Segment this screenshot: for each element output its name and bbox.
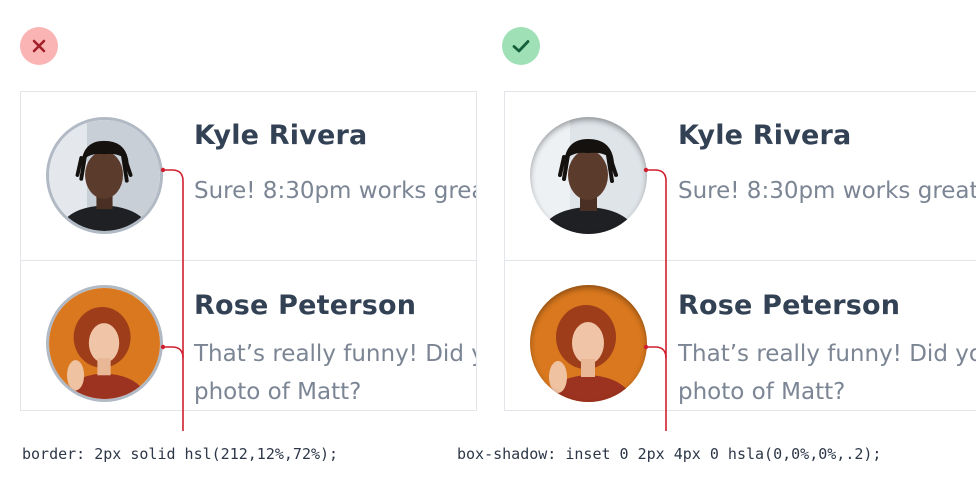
list-item[interactable]: Rose Peterson That’s really funny! Did y… xyxy=(21,260,476,410)
inset-shadow xyxy=(530,285,647,402)
check-icon xyxy=(512,40,530,53)
contact-name: Kyle Rivera xyxy=(194,120,368,151)
contact-name: Rose Peterson xyxy=(678,290,901,321)
conversation-list-border-example: Kyle Rivera Sure! 8:30pm works great! Ro… xyxy=(20,91,477,411)
message-preview: Sure! 8:30pm works great! xyxy=(194,178,477,204)
avatar-woman-photo xyxy=(49,288,160,399)
avatar xyxy=(530,285,647,402)
avatar xyxy=(46,117,163,234)
close-icon xyxy=(32,39,46,53)
avatar-man-photo xyxy=(49,120,160,231)
contact-name: Rose Peterson xyxy=(194,290,417,321)
correct-badge xyxy=(502,27,540,65)
list-item[interactable]: Kyle Rivera Sure! 8:30pm works great! xyxy=(505,92,976,261)
avatar xyxy=(46,285,163,402)
inset-shadow xyxy=(530,117,647,234)
contact-name: Kyle Rivera xyxy=(678,120,852,151)
css-rule-box-shadow: box-shadow: inset 0 2px 4px 0 hsla(0,0%,… xyxy=(457,445,882,463)
avatar xyxy=(530,117,647,234)
conversation-list-shadow-example: Kyle Rivera Sure! 8:30pm works great! Ro… xyxy=(504,91,976,411)
css-rule-border: border: 2px solid hsl(212,12%,72%); xyxy=(22,445,339,463)
list-item[interactable]: Kyle Rivera Sure! 8:30pm works great! xyxy=(21,92,476,261)
message-preview: Sure! 8:30pm works great! xyxy=(678,178,976,204)
message-preview: That’s really funny! Did you see the pho… xyxy=(194,341,476,405)
message-preview: That’s really funny! Did you see the pho… xyxy=(678,341,976,405)
list-item[interactable]: Rose Peterson That’s really funny! Did y… xyxy=(505,260,976,410)
incorrect-badge xyxy=(20,27,58,65)
